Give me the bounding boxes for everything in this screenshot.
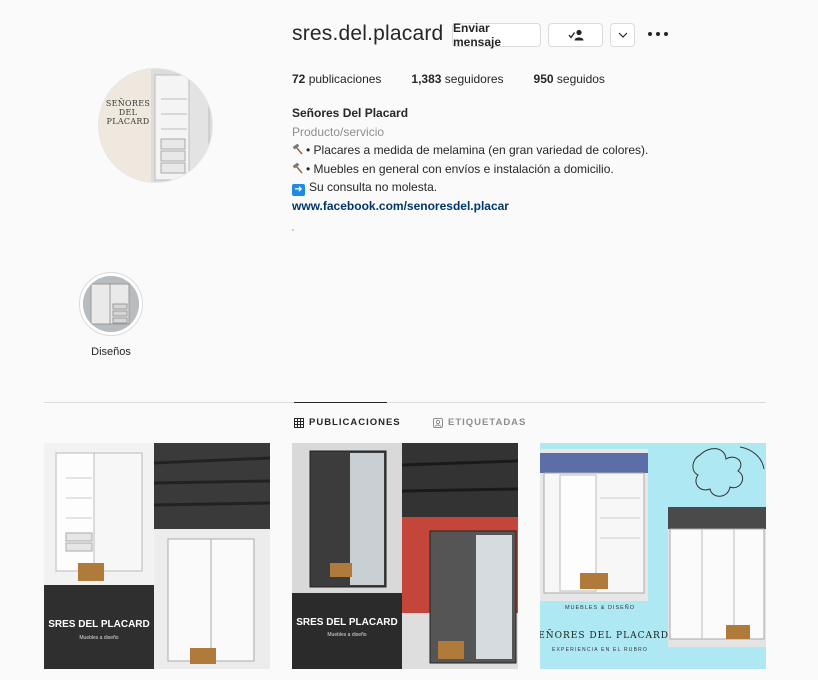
- chevron-down-icon: [618, 32, 627, 38]
- profile-stats: 72 publicaciones 1,383 seguidores 950 se…: [292, 72, 635, 86]
- post-image: SRES DEL PLACARD Muebles a diseño: [44, 443, 270, 669]
- profile-category: Producto/servicio: [292, 125, 385, 139]
- profile-username: sres.del.placard: [292, 22, 444, 45]
- closet-thumbnail: [83, 276, 139, 332]
- profile-avatar[interactable]: SEÑORES DEL PLACARD: [98, 68, 213, 183]
- tagged-user-icon: [433, 417, 443, 428]
- more-dot-icon: [656, 32, 660, 36]
- suggestions-dropdown-button[interactable]: [610, 23, 635, 47]
- post-caption-sub: Muebles a diseño: [327, 632, 366, 638]
- tab-publicaciones[interactable]: PUBLICACIONES: [294, 417, 401, 428]
- avatar-logo-text: SEÑORES DEL PLACARD: [105, 99, 151, 126]
- more-options-button[interactable]: [648, 26, 668, 42]
- tab-etiquetadas[interactable]: ETIQUETADAS: [433, 417, 526, 428]
- right-arrow-icon: ➜: [292, 184, 305, 196]
- bio-spacer-dot: [292, 229, 294, 231]
- send-message-button[interactable]: Enviar mensaje: [452, 21, 541, 49]
- post-image: MUEBLES & DISEÑO SEÑORES DEL PLACARD EXP…: [540, 443, 766, 669]
- profile-full-name: Señores Del Placard: [292, 106, 409, 120]
- post-image: SRES DEL PLACARD Muebles a diseño: [292, 443, 518, 669]
- avatar-image: [99, 69, 212, 182]
- highlight-label: Diseños: [91, 346, 131, 358]
- bio-line: • Muebles en general con envíos e instal…: [292, 162, 614, 176]
- grid-icon: [294, 417, 304, 428]
- following-link[interactable]: 950 seguidos: [534, 72, 605, 86]
- hammer-icon: [292, 144, 303, 155]
- more-dot-icon: [648, 32, 652, 36]
- posts-count: 72 publicaciones: [292, 72, 382, 86]
- bio-line: ➜ Su consulta no molesta.: [292, 180, 437, 196]
- highlight-disenos[interactable]: [79, 272, 143, 336]
- highlight-cover-image: [83, 276, 139, 332]
- profile-website-link[interactable]: www.facebook.com/senoresdel.placar: [292, 199, 509, 213]
- hammer-icon: [292, 163, 303, 174]
- post-caption: SEÑORES DEL PLACARD: [540, 629, 669, 641]
- post-thumbnail[interactable]: SRES DEL PLACARD Muebles a diseño: [292, 443, 518, 669]
- more-dot-icon: [664, 32, 668, 36]
- post-caption-top: MUEBLES & DISEÑO: [565, 604, 635, 611]
- post-caption: SRES DEL PLACARD: [48, 619, 150, 630]
- person-check-icon: [567, 29, 583, 41]
- active-tab-indicator: [294, 402, 387, 403]
- bio-line: • Placares a medida de melamina (en gran…: [292, 143, 648, 157]
- post-caption: SRES DEL PLACARD: [296, 617, 398, 628]
- post-thumbnail[interactable]: MUEBLES & DISEÑO SEÑORES DEL PLACARD EXP…: [540, 443, 766, 669]
- post-thumbnail[interactable]: SRES DEL PLACARD Muebles a diseño: [44, 443, 270, 669]
- followers-link[interactable]: 1,383 seguidores: [411, 72, 503, 86]
- tabs-divider: [44, 402, 766, 403]
- following-button[interactable]: [548, 23, 603, 47]
- post-caption-sub: EXPERIENCIA EN EL RUBRO: [552, 647, 648, 653]
- post-caption-sub: Muebles a diseño: [79, 635, 118, 641]
